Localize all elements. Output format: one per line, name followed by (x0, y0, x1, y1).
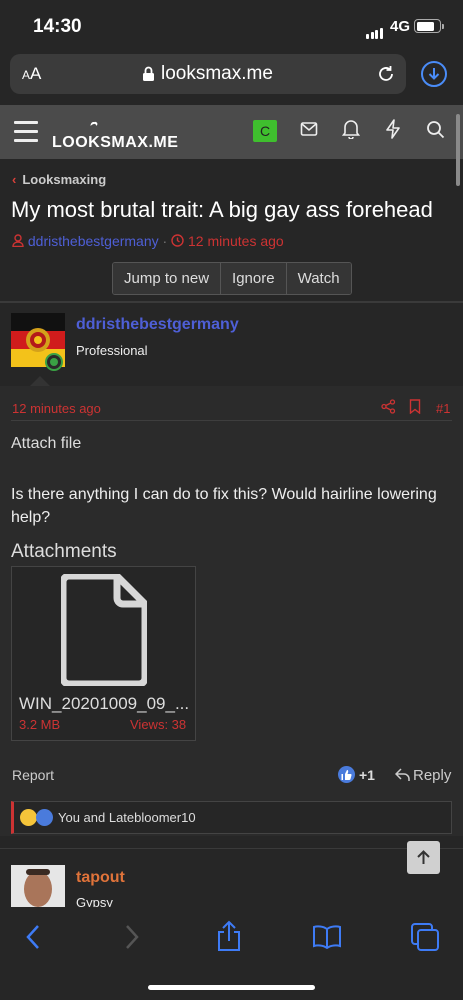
bookmark-icon[interactable] (409, 399, 421, 414)
divider (0, 301, 463, 303)
post-pointer (30, 376, 50, 386)
tabs-icon[interactable] (410, 922, 440, 952)
attachment-size: 3.2 MB (19, 717, 61, 732)
lightning-icon[interactable] (385, 119, 401, 139)
attachment-views: Views: 38 (130, 717, 187, 732)
post-username[interactable]: ddristhebestgermany (76, 316, 239, 334)
divider (11, 420, 452, 421)
like-reaction-icon (36, 809, 53, 826)
site-logo[interactable]: LOOKSMAX.ME (52, 134, 178, 152)
thread-time[interactable]: 12 minutes ago (188, 233, 284, 249)
share-icon[interactable] (381, 399, 396, 414)
bookmarks-icon[interactable] (312, 925, 342, 949)
network-type: 4G (390, 18, 411, 35)
thread-actions: Jump to new Ignore Watch (112, 262, 352, 295)
file-icon (61, 574, 147, 686)
avatar[interactable] (11, 865, 65, 907)
meta-separator: · (162, 233, 168, 249)
jump-to-new-button[interactable]: Jump to new (113, 263, 222, 294)
arrow-up-icon (417, 850, 430, 864)
post-number[interactable]: #1 (436, 401, 450, 416)
menu-icon[interactable] (14, 121, 38, 148)
thread-meta: ddristhebestgermany · 12 minutes ago (12, 233, 284, 249)
user-avatar-badge[interactable]: C (253, 120, 277, 142)
mail-icon[interactable] (300, 121, 318, 137)
attachments-heading: Attachments (11, 541, 117, 562)
post-time[interactable]: 12 minutes ago (12, 401, 101, 416)
reactions-text[interactable]: You and Latebloomer10 (58, 810, 196, 825)
thread-author[interactable]: ddristhebestgermany (28, 233, 159, 249)
attachment-card[interactable] (11, 566, 196, 741)
reply-button[interactable]: Reply (413, 767, 451, 784)
chevron-left-icon: ‹ (12, 172, 17, 187)
page-scrollbar[interactable] (456, 114, 460, 186)
post-message: Is there anything I can do to fix this? … (11, 486, 437, 526)
report-link[interactable]: Report (12, 767, 54, 783)
reply-icon[interactable] (395, 768, 411, 782)
like-icon[interactable] (338, 766, 355, 783)
online-status-icon (45, 353, 63, 371)
post-username[interactable]: tapout (76, 869, 125, 887)
forward-icon[interactable] (121, 922, 141, 952)
bell-icon[interactable] (342, 119, 360, 139)
scroll-to-top-button[interactable] (407, 841, 440, 874)
back-icon[interactable] (24, 922, 44, 952)
text-size-button[interactable]: AA (22, 64, 41, 84)
clock-icon (171, 234, 184, 247)
breadcrumb[interactable]: ‹ Looksmaxing (12, 172, 106, 187)
battery-icon (414, 19, 441, 33)
attachment-filename[interactable]: WIN_20201009_09_... (19, 694, 189, 714)
lock-icon (143, 66, 154, 81)
reload-icon[interactable] (376, 64, 396, 84)
url-text[interactable]: looksmax.me (161, 63, 273, 85)
battery-tip (442, 24, 444, 29)
downloads-icon[interactable] (421, 61, 447, 87)
user-photo-avatar (11, 865, 65, 907)
breadcrumb-label[interactable]: Looksmaxing (22, 172, 106, 187)
signal-icon (366, 21, 384, 39)
ignore-button[interactable]: Ignore (221, 263, 287, 294)
share-icon[interactable] (215, 920, 243, 952)
site-logo-graphic[interactable] (90, 113, 120, 135)
thread-title: My most brutal trait: A big gay ass fore… (11, 197, 433, 222)
post-user-role: Professional (76, 343, 148, 358)
home-indicator[interactable] (148, 985, 315, 990)
laughing-emoji-icon (20, 809, 37, 826)
divider (0, 848, 463, 849)
user-icon (12, 234, 24, 248)
search-icon[interactable] (426, 120, 445, 139)
like-count[interactable]: +1 (359, 767, 375, 783)
attach-file-link[interactable]: Attach file (11, 435, 81, 453)
status-time: 14:30 (33, 16, 82, 37)
watch-button[interactable]: Watch (286, 263, 351, 294)
